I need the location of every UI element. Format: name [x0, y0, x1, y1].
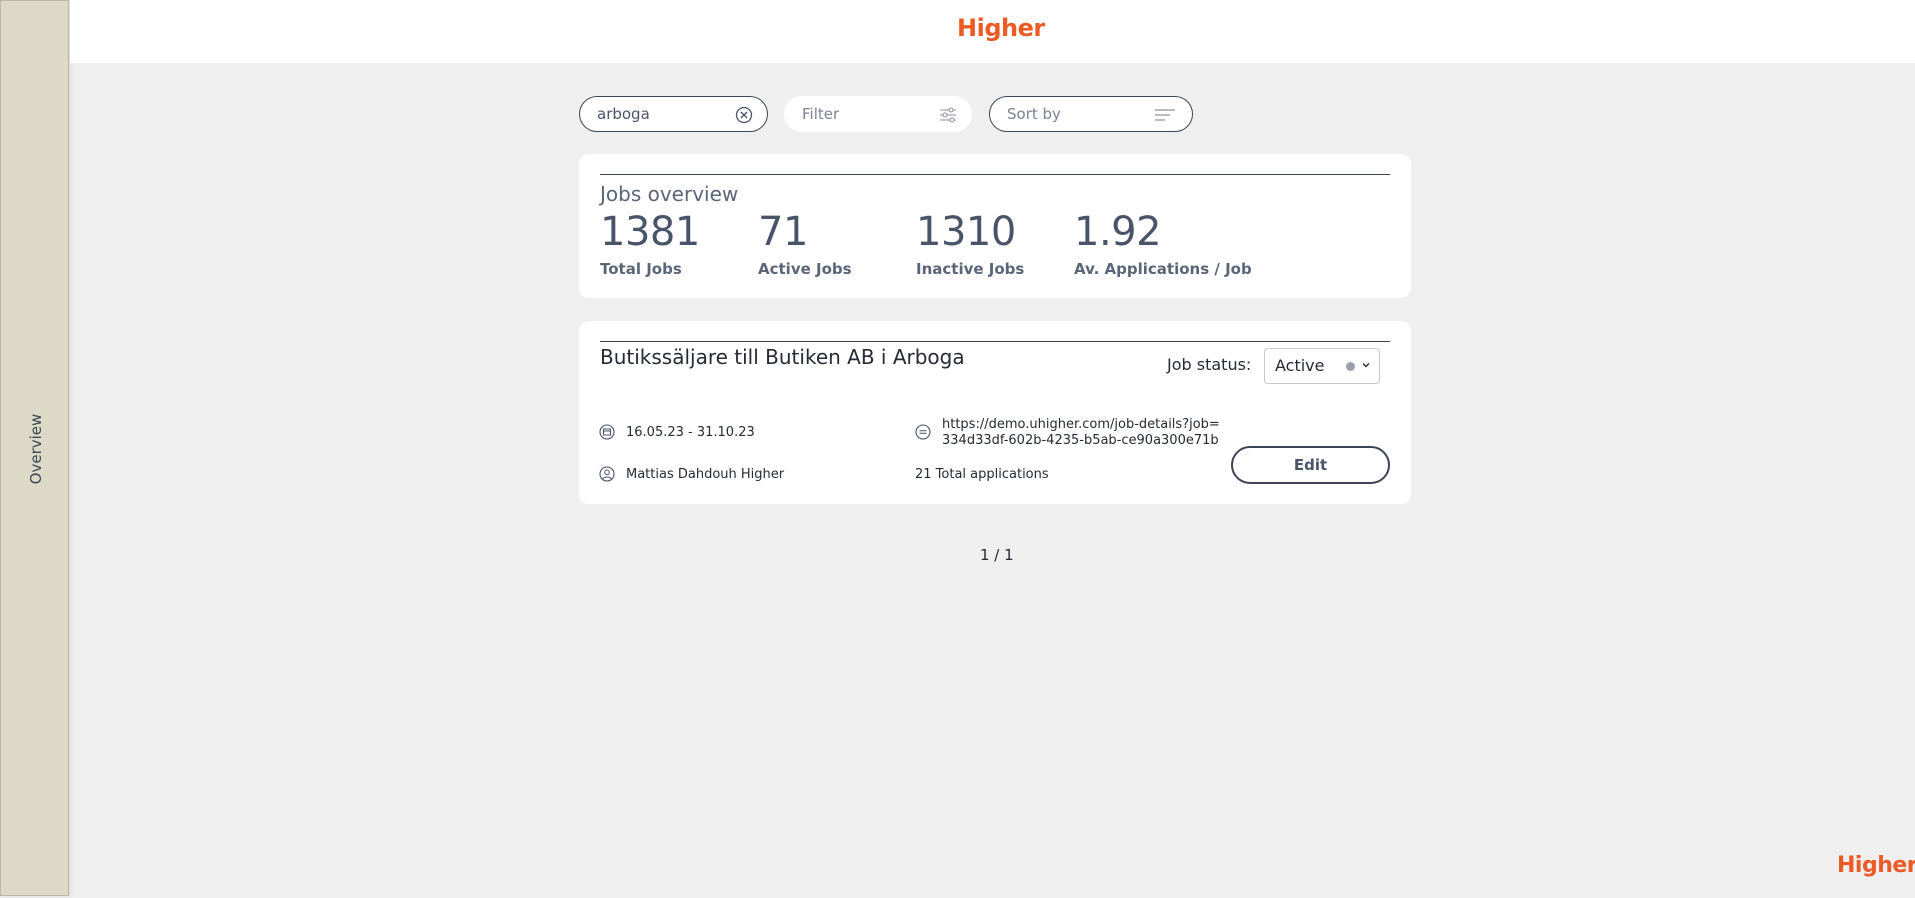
job-applications: 21 Total applications: [915, 467, 1049, 482]
job-owner: Mattias Dahdouh Higher: [626, 467, 785, 482]
sort-lines-icon: [1155, 109, 1175, 121]
sort-label: Sort by: [1007, 105, 1061, 123]
stat-label: Av. Applications / Job: [1074, 260, 1252, 278]
higher-logo-footer: Higher: [1837, 853, 1915, 878]
filter-button[interactable]: Filter: [784, 96, 972, 132]
job-link-line-2: 334d33df-602b-4235-b5ab-ce90a300e71b: [942, 433, 1219, 448]
stat-value: 1381: [600, 209, 700, 255]
link-icon: [915, 424, 931, 440]
job-link[interactable]: https://demo.uhigher.com/job-details?job…: [942, 417, 1220, 448]
overview-title: Jobs overview: [600, 182, 739, 206]
stat-inactive-jobs: 1310 Inactive Jobs: [916, 208, 1024, 278]
stat-value: 1.92: [1074, 209, 1162, 255]
chevron-down-icon: [1362, 363, 1370, 368]
job-status-select[interactable]: Active: [1264, 348, 1380, 384]
sidebar: Overview: [0, 0, 69, 896]
sidebar-item-overview[interactable]: Overview: [27, 414, 45, 485]
higher-logo[interactable]: Higher: [957, 14, 1045, 42]
stat-label: Active Jobs: [758, 260, 852, 278]
search-value: arboga: [597, 105, 650, 123]
sort-button[interactable]: Sort by: [989, 96, 1193, 132]
stat-label: Inactive Jobs: [916, 260, 1025, 278]
jobs-overview-card: Jobs overview 1381 Total Jobs 71 Active …: [579, 154, 1411, 298]
user-icon: [599, 466, 615, 482]
divider: [600, 341, 1390, 342]
status-dot-icon: [1346, 362, 1355, 371]
pagination: 1 / 1: [980, 546, 1014, 564]
stat-active-jobs: 71 Active Jobs: [758, 208, 852, 278]
stat-value: 71: [758, 209, 808, 255]
stat-value: 1310: [916, 209, 1016, 255]
job-card: Butikssäljare till Butiken AB i Arboga J…: [579, 321, 1411, 504]
job-status-label: Job status:: [1167, 355, 1252, 374]
job-dates: 16.05.23 - 31.10.23: [626, 425, 755, 440]
calendar-icon: [599, 424, 615, 440]
edit-button[interactable]: Edit: [1231, 446, 1390, 484]
job-title[interactable]: Butikssäljare till Butiken AB i Arboga: [600, 345, 965, 369]
clear-search-icon[interactable]: [735, 106, 753, 124]
stat-avg-applications: 1.92 Av. Applications / Job: [1074, 208, 1252, 278]
job-status-value: Active: [1275, 356, 1325, 375]
search-input[interactable]: arboga: [579, 96, 768, 132]
filter-label: Filter: [802, 105, 840, 123]
job-link-line-1: https://demo.uhigher.com/job-details?job…: [942, 417, 1220, 432]
filter-sliders-icon: [940, 107, 956, 123]
divider: [600, 174, 1390, 175]
stat-label: Total Jobs: [600, 260, 682, 278]
stat-total-jobs: 1381 Total Jobs: [600, 208, 700, 278]
